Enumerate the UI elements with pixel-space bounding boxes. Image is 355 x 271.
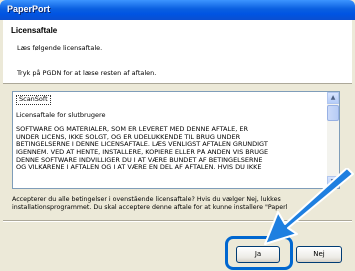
- scroll-up-arrow-icon[interactable]: ▲: [327, 92, 339, 104]
- yes-button[interactable]: Ja: [236, 246, 280, 263]
- license-line: UNDER LICENS, IKKE SOLGT, OG ER UDELUKKE…: [16, 133, 241, 141]
- license-text: ScanSoft Licensaftale for slutbrugere SO…: [16, 95, 322, 172]
- license-line: SOFTWARE OG MATERIALER, SOM ER LEVERET M…: [16, 126, 248, 134]
- license-heading: Licensaftale for slutbrugere: [16, 111, 106, 119]
- window-title: PaperPort: [7, 4, 51, 14]
- pointer-arrow-icon: [264, 168, 354, 245]
- no-button[interactable]: Nej: [296, 246, 342, 263]
- license-line: BETINGELSERNE I DENNE LICENSAFTALE. LÆS …: [16, 141, 268, 149]
- license-company: ScanSoft: [16, 95, 51, 105]
- section-title: Licensaftale: [11, 26, 58, 35]
- license-line: IGENNEM. VED AT HENTE, INSTALLERE, KOPIE…: [16, 148, 269, 156]
- instruction-text: Tryk på PGDN for at læse resten af aftal…: [17, 69, 157, 77]
- license-line: DENNE SOFTWARE INDVILLIGER DU I AT VÆRE …: [16, 156, 263, 164]
- section-subtitle: Læs følgende licensaftale.: [17, 44, 103, 52]
- dialog-header: Licensaftale Læs følgende licensaftale. …: [3, 20, 352, 84]
- title-bar[interactable]: PaperPort: [0, 0, 355, 20]
- scrollbar-thumb[interactable]: [327, 105, 339, 121]
